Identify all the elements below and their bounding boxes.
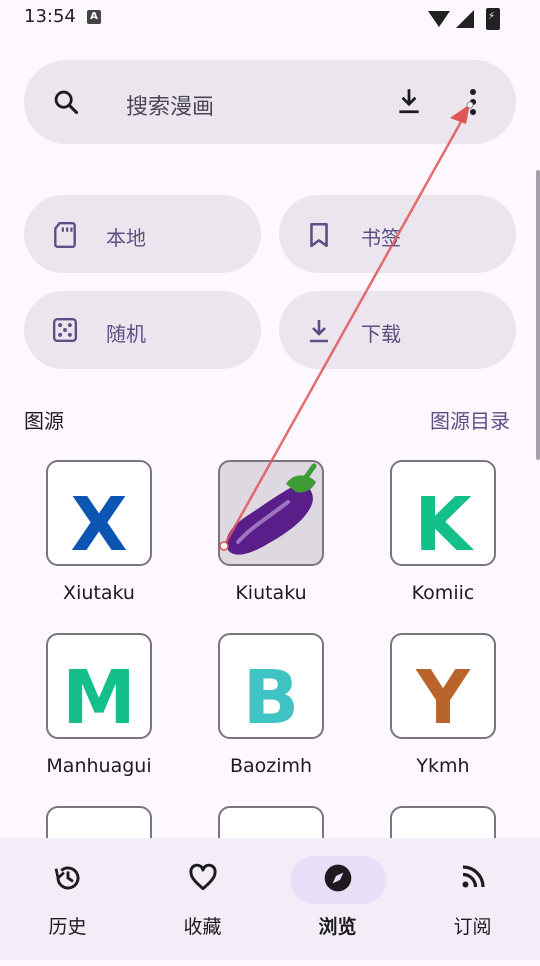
nav-history[interactable]: 历史: [0, 838, 135, 960]
downloads-button[interactable]: 下载: [279, 291, 516, 369]
nav-favorites-label: 收藏: [183, 916, 222, 938]
sources-title: 图源: [24, 409, 64, 433]
nav-favorites[interactable]: 收藏: [135, 838, 270, 960]
source-komiic[interactable]: K Komiic: [368, 460, 518, 620]
sources-catalog-link[interactable]: 图源目录: [430, 405, 510, 434]
search-input[interactable]: 搜索漫画: [126, 89, 214, 121]
nav-history-label: 历史: [48, 916, 87, 938]
bookmark-icon: [310, 222, 328, 248]
status-icons: [428, 8, 500, 30]
source-logo: Y: [390, 633, 496, 739]
source-logo-letter: K: [414, 482, 472, 566]
source-ykmh[interactable]: Y Ykmh: [368, 633, 518, 793]
status-bar: 13:54 A: [0, 0, 540, 34]
source-logo-letter: M: [62, 655, 136, 739]
nav-browse[interactable]: 浏览: [270, 838, 405, 960]
source-logo-letter: Y: [416, 655, 470, 739]
download-icon[interactable]: [396, 86, 422, 116]
wifi-icon: [428, 11, 450, 27]
more-vert-icon[interactable]: [468, 87, 478, 117]
nav-browse-label: 浏览: [318, 916, 357, 938]
source-logo: [218, 460, 324, 566]
source-logo: K: [390, 460, 496, 566]
compass-icon: [324, 864, 351, 892]
bottom-nav: 历史 收藏 浏览 订阅: [0, 838, 540, 960]
random-label: 随机: [106, 322, 146, 346]
nav-subscriptions[interactable]: 订阅: [405, 838, 540, 960]
download-icon: [310, 320, 328, 343]
random-button[interactable]: 随机: [24, 291, 261, 369]
status-time: 13:54: [24, 6, 76, 27]
downloads-label: 下载: [361, 322, 401, 346]
source-logo-letter: X: [70, 482, 128, 566]
source-logo: X: [46, 460, 152, 566]
dice-icon: [52, 317, 78, 343]
search-icon: [54, 90, 79, 115]
nav-subscriptions-label: 订阅: [453, 916, 492, 938]
source-name: Kiutaku: [235, 582, 307, 604]
battery-icon: [486, 8, 500, 30]
source-name: Ykmh: [416, 755, 470, 777]
source-logo: B: [218, 633, 324, 739]
heart-icon: [188, 863, 217, 891]
local-button[interactable]: 本地: [24, 195, 261, 273]
source-xiutaku[interactable]: X Xiutaku: [24, 460, 174, 620]
source-kiutaku[interactable]: Kiutaku: [196, 460, 346, 620]
bookmark-label: 书签: [361, 226, 401, 250]
sd-card-icon: [54, 221, 76, 249]
search-bar[interactable]: 搜索漫画: [24, 60, 516, 144]
notification-icon: A: [87, 10, 101, 24]
source-logo: M: [46, 633, 152, 739]
bookmark-button[interactable]: 书签: [279, 195, 516, 273]
history-icon: [54, 866, 79, 890]
source-baozimh[interactable]: B Baozimh: [196, 633, 346, 793]
source-name: Komiic: [411, 582, 475, 604]
scrollbar[interactable]: [536, 170, 540, 460]
local-label: 本地: [106, 226, 146, 250]
signal-icon: [456, 10, 474, 28]
source-name: Xiutaku: [63, 582, 135, 604]
source-manhuagui[interactable]: M Manhuagui: [24, 633, 174, 793]
source-name: Manhuagui: [46, 755, 152, 777]
rss-icon: [462, 865, 485, 888]
eggplant-icon: [226, 463, 317, 555]
source-logo-letter: B: [242, 655, 300, 739]
source-name: Baozimh: [229, 755, 313, 777]
